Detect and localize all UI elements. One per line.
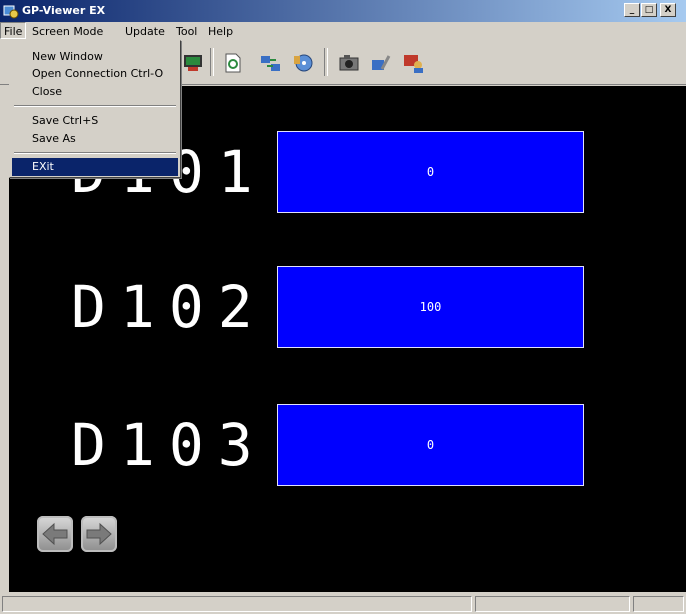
value-display-d102[interactable]: 100 (277, 266, 584, 348)
file-dropdown-menu: New Window Open Connection Ctrl-O Close … (9, 40, 181, 178)
status-bar (0, 594, 686, 614)
menu-file[interactable]: File (0, 22, 27, 39)
id-user-icon[interactable] (403, 52, 425, 74)
toolbar-separator (324, 48, 328, 76)
cd-icon[interactable] (292, 52, 314, 74)
menu-item-save-as[interactable]: Save As (12, 130, 178, 148)
status-pane-secondary (475, 596, 630, 612)
address-label-d103: D103 (71, 411, 267, 479)
menu-item-save[interactable]: Save Ctrl+S (12, 112, 178, 130)
menu-item-exit[interactable]: EXit (12, 158, 178, 176)
menu-item-new-window[interactable]: New Window (12, 48, 178, 66)
menu-item-close[interactable]: Close (12, 83, 178, 101)
value-display-d103[interactable]: 0 (277, 404, 584, 486)
minimize-button[interactable]: _ (624, 3, 640, 17)
arrow-right-icon (86, 522, 112, 546)
network-transfer-icon[interactable] (260, 52, 282, 74)
window-title: GP-Viewer EX (22, 4, 106, 17)
menu-bar: File Screen Mode Update Tool Help (0, 22, 686, 40)
camera-icon[interactable] (338, 52, 360, 74)
settings-wrench-icon[interactable] (370, 52, 392, 74)
monitor-icon[interactable] (182, 52, 204, 74)
value-display-d101[interactable]: 0 (277, 131, 584, 213)
menu-update[interactable]: Update (125, 25, 165, 38)
menu-separator (14, 152, 176, 154)
toolbar-separator (210, 48, 214, 76)
arrow-left-icon (42, 522, 68, 546)
close-button[interactable]: X (660, 3, 676, 17)
previous-screen-button[interactable] (37, 516, 73, 552)
status-pane-grip (633, 596, 684, 612)
status-pane-main (2, 596, 472, 612)
page-refresh-icon[interactable] (222, 52, 244, 74)
menu-help[interactable]: Help (208, 25, 233, 38)
menu-item-open-connection[interactable]: Open Connection Ctrl-O (12, 65, 178, 83)
next-screen-button[interactable] (81, 516, 117, 552)
title-bar: GP-Viewer EX _ □ X (0, 0, 686, 22)
address-label-d102: D102 (71, 273, 267, 341)
maximize-button[interactable]: □ (641, 3, 657, 17)
app-icon (3, 5, 19, 19)
menu-tool[interactable]: Tool (176, 25, 197, 38)
menu-screen-mode[interactable]: Screen Mode (32, 25, 103, 38)
menu-separator (14, 105, 176, 107)
